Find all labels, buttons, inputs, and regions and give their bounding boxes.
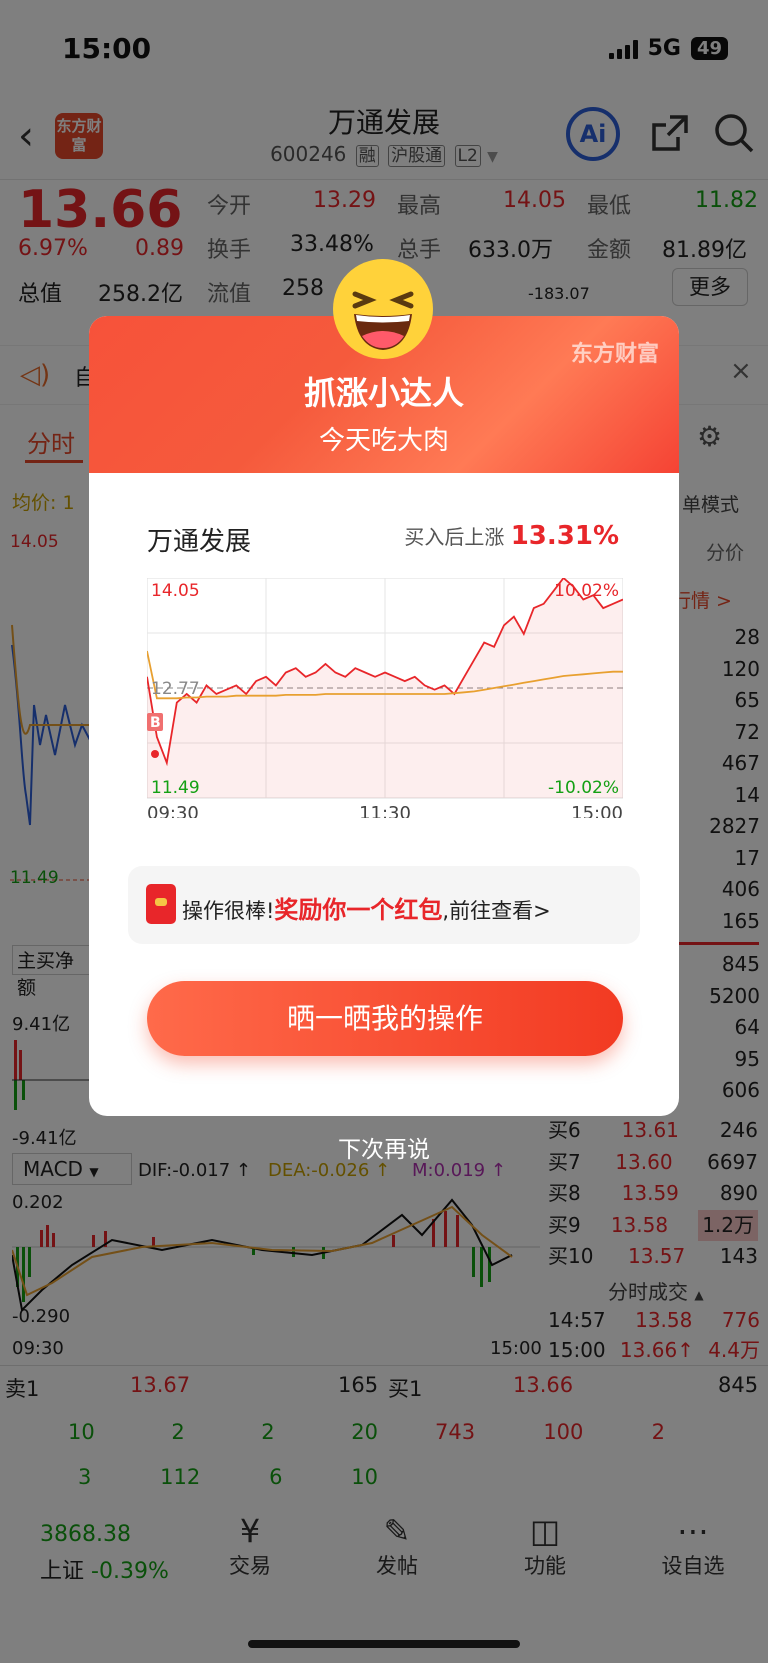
share-operation-button[interactable]: 晒一晒我的操作 — [147, 981, 623, 1056]
popup-subtitle: 今天吃大肉 — [318, 426, 449, 456]
x-label-start: 09:30 — [147, 803, 199, 818]
dismiss-later[interactable]: 下次再说 — [0, 1130, 768, 1164]
y-label-mid: 12.77 — [151, 679, 200, 699]
laughing-emoji-icon — [333, 259, 433, 359]
popup-title: 抓涨小达人 — [303, 374, 464, 412]
x-label-mid: 11:30 — [359, 803, 411, 818]
y-label-right-low: -10.02% — [548, 778, 619, 798]
x-label-end: 15:00 — [571, 803, 623, 818]
buy-marker-label: B — [150, 715, 161, 731]
red-packet-icon — [146, 884, 176, 924]
popup-brand: 东方财富 — [570, 342, 659, 367]
reward-banner[interactable]: 操作很棒!奖励你一个红包,前往查看> — [128, 866, 640, 944]
y-label-high: 14.05 — [151, 581, 200, 601]
reward-suffix: ,前往查看> — [442, 899, 551, 923]
y-label-right-high: 10.02% — [554, 581, 619, 601]
reward-highlight: 奖励你一个红包 — [274, 896, 443, 924]
reward-prefix: 操作很棒! — [182, 899, 275, 923]
reward-text: 操作很棒!奖励你一个红包,前往查看> — [182, 890, 551, 925]
gain-percent: 13.31% — [510, 521, 619, 551]
chart-stock-name: 万通发展 — [147, 527, 252, 557]
chart-gain: 买入后上涨 13.31% — [404, 521, 619, 551]
gain-label: 买入后上涨 — [404, 525, 505, 549]
mini-price-chart: B 14.05 12.77 11.49 10.02% -10.02% 09:30… — [147, 578, 623, 818]
home-indicator — [248, 1640, 520, 1648]
achievement-popup: 东方财富 抓涨小达人 今天吃大肉 万通发展 买入后上涨 13.31% B 14.… — [89, 316, 679, 1116]
y-label-low: 11.49 — [151, 778, 200, 798]
